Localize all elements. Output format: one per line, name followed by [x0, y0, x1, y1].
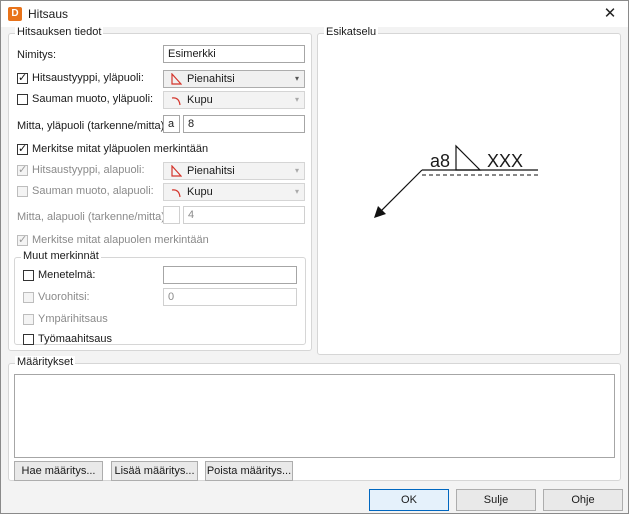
mark-lower-label: Merkitse mitat alapuolen merkintään [32, 234, 209, 246]
lower-type-checkbox[interactable]: ✓ [17, 164, 28, 176]
fillet-weld-symbol [455, 144, 482, 171]
lower-type-label: Hitsaustyyppi, alapuoli: [32, 164, 145, 176]
close-button[interactable]: Sulje [456, 489, 536, 511]
upper-type-value: Pienahitsi [187, 73, 235, 85]
other-markings-group: Muut merkinnät Menetelmä: Vuorohitsi: 0 … [14, 250, 306, 345]
convex-contour-icon [171, 97, 181, 106]
method-checkbox[interactable] [23, 270, 34, 281]
upper-type-checkbox[interactable]: ✓ [17, 72, 28, 84]
convex-contour-icon [171, 189, 181, 198]
site-weld-checkbox[interactable] [23, 334, 34, 345]
chevron-down-icon: ▾ [294, 95, 299, 104]
method-label: Menetelmä: [38, 269, 96, 281]
preview-group: Esikatselu a8 XXX [317, 26, 621, 355]
alternating-weld-checkbox[interactable] [23, 292, 34, 303]
lower-shape-label: Sauman muoto, alapuoli: [32, 185, 154, 197]
chevron-down-icon: ▾ [294, 74, 299, 83]
upper-shape-select[interactable]: Kupu ▾ [163, 91, 305, 109]
lower-type-select[interactable]: Pienahitsi ▾ [163, 162, 305, 180]
fillet-weld-icon [171, 165, 182, 177]
lower-size-input[interactable]: 4 [183, 206, 305, 224]
upper-type-select[interactable]: Pienahitsi ▾ [163, 70, 305, 88]
ok-button[interactable]: OK [369, 489, 449, 511]
site-weld-label: Työmaahitsaus [38, 333, 112, 345]
upper-shape-label: Sauman muoto, yläpuoli: [32, 93, 154, 105]
definitions-title: Määritykset [15, 356, 76, 368]
preview-size-text: a8 [430, 151, 451, 171]
chevron-down-icon: ▾ [294, 187, 299, 196]
weld-symbol-preview [374, 144, 538, 218]
checkmark-icon: ✓ [18, 234, 28, 246]
app-logo-icon: D [8, 7, 22, 21]
alternating-weld-label: Vuorohitsi: [38, 291, 90, 303]
lower-type-value: Pienahitsi [187, 165, 235, 177]
checkmark-icon: ✓ [18, 72, 28, 84]
upper-shape-value: Kupu [187, 94, 213, 106]
weld-details-title: Hitsauksen tiedot [15, 26, 104, 38]
chevron-down-icon: ▾ [294, 166, 299, 175]
preview-length-text: XXX [487, 151, 524, 171]
mark-upper-checkbox[interactable]: ✓ [17, 143, 28, 155]
lower-shape-checkbox[interactable] [17, 186, 28, 197]
remove-definition-button[interactable]: Poista määritys... [205, 461, 293, 481]
upper-size-label: Mitta, yläpuoli (tarkenne/mitta): [17, 120, 168, 132]
definitions-group: Määritykset Hae määritys... Lisää määrit… [8, 356, 621, 481]
upper-type-label: Hitsaustyyppi, yläpuoli: [32, 72, 144, 84]
mark-upper-label: Merkitse mitat yläpuolen merkintään [32, 143, 209, 155]
alternating-weld-input[interactable]: 0 [163, 288, 297, 306]
help-button[interactable]: Ohje [543, 489, 623, 511]
add-definition-button[interactable]: Lisää määritys... [111, 461, 198, 481]
mark-lower-checkbox[interactable]: ✓ [17, 234, 28, 246]
arrow-line [377, 169, 423, 215]
upper-shape-checkbox[interactable] [17, 94, 28, 105]
close-icon[interactable]: ✕ [600, 4, 620, 24]
method-input[interactable] [163, 266, 297, 284]
lower-size-label: Mitta, alapuoli (tarkenne/mitta): [17, 211, 169, 223]
window-title: Hitsaus [28, 7, 69, 21]
weld-all-around-label: Ympärihitsaus [38, 313, 108, 325]
lower-shape-value: Kupu [187, 186, 213, 198]
weld-details-group: Hitsauksen tiedot Nimitys: Esimerkki ✓ H… [8, 26, 312, 351]
dialog-window: D Hitsaus ✕ Hitsauksen tiedot Nimitys: E… [0, 0, 629, 514]
fillet-weld-icon [171, 73, 182, 85]
upper-size-prefix-input[interactable]: a [163, 115, 180, 133]
definitions-list[interactable] [14, 374, 615, 458]
title-bar[interactable]: D Hitsaus ✕ [1, 1, 628, 27]
lower-shape-select[interactable]: Kupu ▾ [163, 183, 305, 201]
checkmark-icon: ✓ [18, 143, 28, 155]
checkmark-icon: ✓ [18, 164, 28, 176]
name-label: Nimitys: [17, 49, 57, 61]
other-markings-title: Muut merkinnät [21, 250, 101, 262]
weld-all-around-checkbox[interactable] [23, 314, 34, 325]
fetch-definition-button[interactable]: Hae määritys... [14, 461, 103, 481]
lower-size-prefix-input[interactable] [163, 206, 180, 224]
upper-size-input[interactable]: 8 [183, 115, 305, 133]
name-input[interactable]: Esimerkki [163, 45, 305, 63]
